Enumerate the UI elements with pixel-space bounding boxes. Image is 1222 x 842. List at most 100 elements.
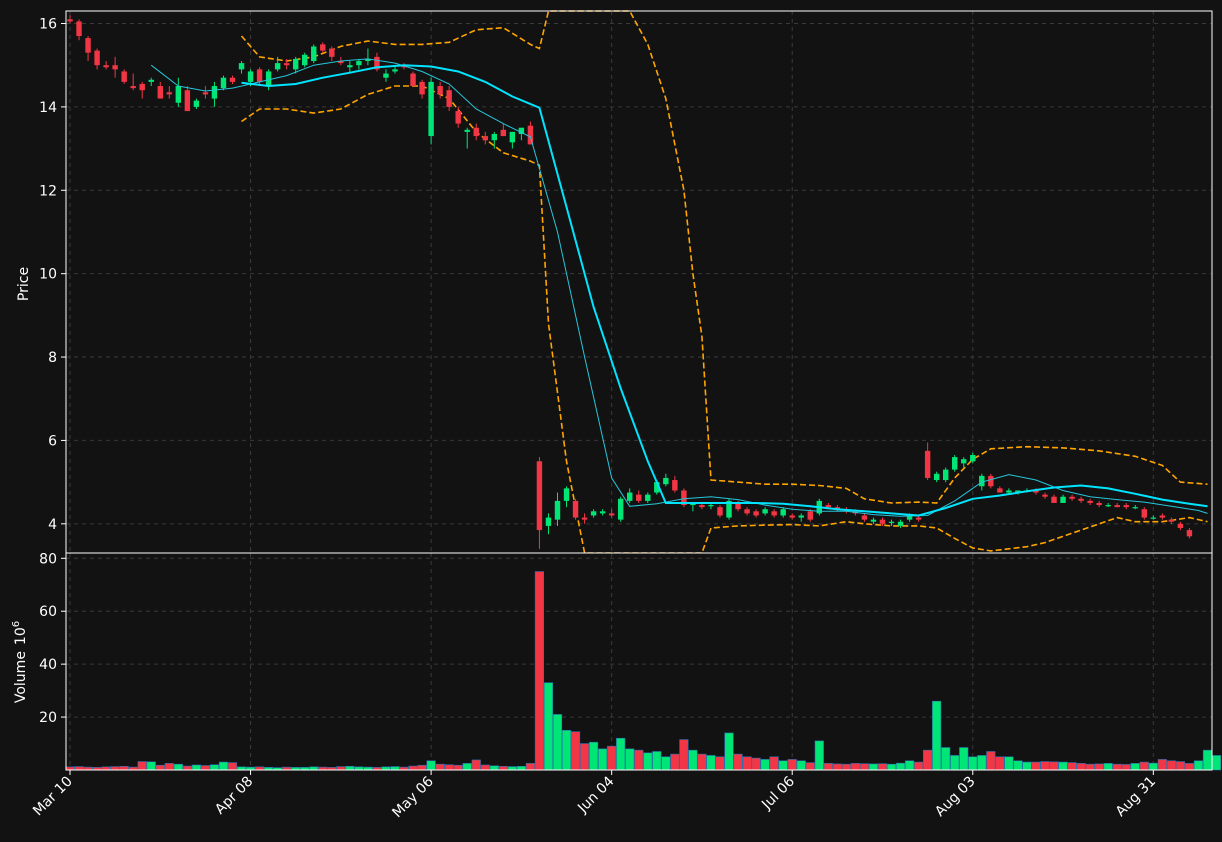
volume-bar bbox=[218, 761, 229, 771]
volume-bar bbox=[1193, 760, 1204, 771]
volume-bar bbox=[164, 763, 174, 771]
volume-bar bbox=[787, 759, 797, 771]
volume-bar bbox=[923, 749, 933, 771]
candle-up bbox=[663, 477, 669, 485]
volume-bar bbox=[74, 766, 84, 771]
candle-down bbox=[1042, 494, 1048, 497]
candle-up bbox=[292, 58, 299, 70]
volume-bar bbox=[498, 765, 508, 771]
candle-down bbox=[924, 450, 931, 478]
volume-bar bbox=[850, 763, 860, 771]
volume-bar bbox=[1067, 762, 1077, 771]
candle-up bbox=[599, 511, 606, 514]
volume-bar bbox=[895, 762, 906, 771]
volume-bar bbox=[688, 749, 698, 771]
volume-bar bbox=[1121, 764, 1131, 771]
candle-up bbox=[627, 492, 633, 501]
candle-down bbox=[672, 480, 678, 491]
volume-bar bbox=[751, 757, 761, 771]
volume-axis-label-exponent: 6 bbox=[11, 621, 22, 627]
volume-bar bbox=[435, 763, 445, 771]
volume-bar bbox=[191, 764, 201, 771]
volume-bar bbox=[932, 700, 942, 771]
volume-bar bbox=[579, 743, 590, 771]
volume-bar bbox=[950, 755, 960, 771]
volume-bar bbox=[155, 764, 165, 771]
stock-chart: 46810121416 Price 20406080 Volume106 Mar… bbox=[0, 0, 1222, 842]
volume-bar bbox=[589, 741, 599, 771]
volume-bar bbox=[516, 765, 526, 771]
volume-bar bbox=[841, 763, 851, 771]
candle-down bbox=[861, 515, 868, 520]
candle-up bbox=[193, 100, 200, 107]
candle-up bbox=[1150, 517, 1157, 519]
volume-axis-label: Volume 106 bbox=[11, 621, 29, 703]
candle-up bbox=[220, 77, 227, 89]
candle-up bbox=[798, 515, 804, 518]
candle-up bbox=[464, 129, 470, 132]
candle-down bbox=[789, 515, 795, 518]
candle-down bbox=[1078, 498, 1084, 501]
price-plot-area bbox=[66, 11, 1212, 553]
candle-down bbox=[572, 500, 579, 518]
candle-up bbox=[175, 86, 182, 103]
candle-up bbox=[952, 457, 958, 470]
volume-bar bbox=[417, 764, 427, 771]
candle-down bbox=[1159, 515, 1166, 518]
candle-down bbox=[988, 475, 994, 487]
candle-up bbox=[247, 71, 254, 82]
candle-up bbox=[970, 455, 976, 462]
candle-up bbox=[1060, 496, 1066, 503]
volume-plot-area bbox=[66, 553, 1212, 770]
volume-bar bbox=[868, 763, 879, 771]
volume-bar bbox=[390, 766, 400, 771]
candle-up bbox=[347, 65, 353, 68]
volume-bar bbox=[336, 766, 346, 771]
volume-axis-label-base: 10 bbox=[13, 627, 29, 645]
volume-bar bbox=[1112, 763, 1122, 771]
candle-down bbox=[753, 511, 759, 516]
price-tick-label: 10 bbox=[39, 267, 57, 283]
volume-bar bbox=[625, 748, 635, 771]
volume-bar bbox=[859, 763, 870, 771]
candle-down bbox=[1114, 505, 1120, 508]
volume-bar bbox=[444, 764, 454, 771]
candle-up bbox=[554, 500, 561, 520]
price-axis-label: Price bbox=[16, 267, 32, 301]
volume-bar bbox=[959, 747, 969, 771]
volume-bar bbox=[598, 748, 608, 771]
candle-up bbox=[645, 494, 651, 501]
price-tick-label: 4 bbox=[48, 517, 57, 533]
volume-bar bbox=[941, 747, 951, 771]
volume-bar bbox=[1085, 763, 1095, 771]
candle-up bbox=[961, 459, 967, 464]
candle-down bbox=[229, 77, 236, 82]
candle-up bbox=[211, 86, 218, 99]
candle-down bbox=[1168, 519, 1175, 522]
volume-bar bbox=[706, 755, 716, 771]
volume-bar bbox=[796, 760, 806, 771]
candle-up bbox=[274, 63, 281, 70]
candle-up bbox=[762, 509, 768, 514]
volume-bar bbox=[661, 756, 671, 771]
volume-bar bbox=[1184, 763, 1195, 771]
candle-down bbox=[1096, 502, 1102, 506]
volume-bar bbox=[570, 731, 581, 771]
candle-up bbox=[590, 511, 597, 516]
volume-bar bbox=[995, 756, 1005, 771]
candle-up bbox=[545, 517, 552, 526]
candle-down bbox=[1123, 505, 1129, 508]
candle-down bbox=[94, 50, 100, 66]
volume-bar bbox=[805, 762, 815, 771]
price-tick-label: 6 bbox=[48, 433, 57, 449]
volume-bar bbox=[489, 765, 499, 771]
candle-up bbox=[870, 519, 877, 522]
volume-bar bbox=[543, 682, 554, 771]
volume-bar bbox=[769, 756, 779, 771]
candle-up bbox=[428, 81, 434, 137]
candle-down bbox=[130, 86, 136, 89]
volume-tick-label: 60 bbox=[39, 604, 57, 620]
candle-down bbox=[139, 83, 145, 91]
candle-up bbox=[311, 46, 317, 62]
volume-bar bbox=[670, 753, 680, 771]
